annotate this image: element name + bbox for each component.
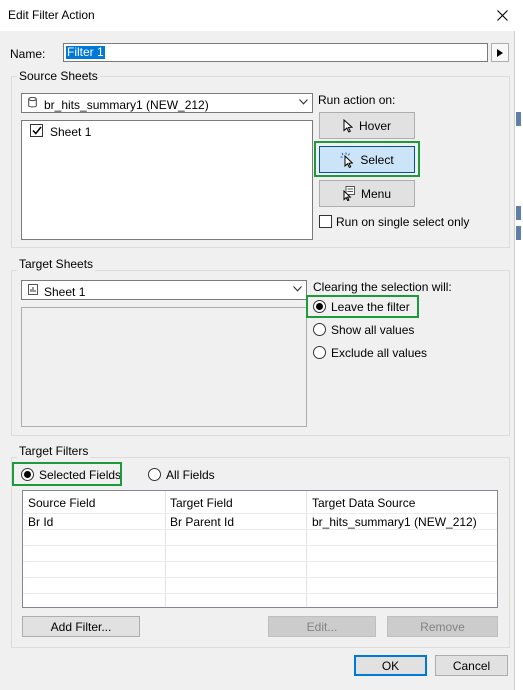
- column-header-source-field[interactable]: Source Field: [28, 496, 95, 510]
- add-filter-label: Add Filter...: [50, 619, 112, 634]
- chevron-down-icon: [299, 99, 308, 105]
- name-menu-button[interactable]: [491, 43, 509, 62]
- column-header-target-data-source[interactable]: Target Data Source: [312, 496, 415, 510]
- database-icon: [28, 97, 37, 108]
- source-sheets-list: Sheet 1: [21, 120, 313, 240]
- cursor-arrow-icon: [343, 118, 353, 133]
- hover-button[interactable]: Hover: [319, 112, 415, 139]
- cancel-label: Cancel: [452, 658, 491, 673]
- background-window-edge: [516, 112, 521, 126]
- source-sheets-title: Source Sheets: [17, 69, 100, 83]
- name-label: Name:: [10, 47, 46, 61]
- ok-label: OK: [381, 658, 400, 673]
- close-icon: [496, 9, 508, 21]
- row-1-target-data-source: br_hits_summary1 (NEW_212): [312, 515, 477, 529]
- dialog-title: Edit Filter Action: [8, 8, 95, 22]
- add-filter-button[interactable]: Add Filter...: [22, 616, 140, 637]
- sheet-1-label: Sheet 1: [50, 125, 92, 139]
- name-value: Filter 1: [66, 45, 105, 59]
- chevron-down-icon: [293, 286, 302, 292]
- edit-filter-action-dialog: Edit Filter Action Name: Filter 1 Source…: [0, 0, 515, 690]
- leave-filter-highlight-box: [306, 295, 419, 318]
- target-sheet-value: Sheet 1: [44, 285, 86, 299]
- ok-button[interactable]: OK: [354, 655, 427, 676]
- close-button[interactable]: [489, 3, 515, 27]
- hover-label: Hover: [358, 118, 391, 133]
- edit-label: Edit...: [306, 619, 338, 634]
- source-data-source-value: br_hits_summary1 (NEW_212): [44, 98, 209, 112]
- cancel-button[interactable]: Cancel: [435, 655, 508, 676]
- remove-button[interactable]: Remove: [387, 616, 498, 637]
- worksheet-icon: [28, 284, 38, 295]
- edit-button[interactable]: Edit...: [268, 616, 376, 637]
- field-mapping-table: Source Field Target Field Target Data So…: [22, 490, 498, 608]
- name-field[interactable]: Filter 1: [63, 43, 488, 62]
- all-fields-radio[interactable]: [148, 468, 161, 481]
- triangle-right-icon: [497, 48, 503, 57]
- column-header-target-field[interactable]: Target Field: [170, 496, 233, 510]
- target-sheets-title: Target Sheets: [17, 257, 96, 271]
- selected-fields-highlight-box: [12, 462, 122, 486]
- menu-label: Menu: [360, 186, 392, 201]
- context-menu-icon: [343, 186, 355, 201]
- show-all-values-radio[interactable]: [313, 323, 326, 336]
- row-1-target-field: Br Parent Id: [170, 515, 235, 529]
- select-highlight-box: [314, 141, 420, 177]
- single-select-checkbox[interactable]: [319, 215, 332, 228]
- run-action-label: Run action on:: [318, 93, 396, 107]
- source-data-source-dropdown[interactable]: br_hits_summary1 (NEW_212): [21, 93, 313, 113]
- background-window-edge: [516, 206, 521, 220]
- checkmark-icon: [31, 126, 42, 135]
- exclude-all-values-label: Exclude all values: [331, 346, 428, 360]
- clearing-selection-label: Clearing the selection will:: [313, 280, 452, 294]
- menu-button[interactable]: Menu: [319, 180, 415, 207]
- background-window-edge: [516, 226, 521, 240]
- sheet-1-checkbox[interactable]: [30, 124, 43, 137]
- all-fields-label: All Fields: [166, 468, 215, 482]
- exclude-all-values-radio[interactable]: [313, 346, 326, 359]
- target-sheet-dropdown[interactable]: Sheet 1: [21, 280, 307, 300]
- target-sheets-list: [21, 307, 307, 427]
- show-all-values-label: Show all values: [331, 323, 415, 337]
- title-bar: Edit Filter Action: [0, 0, 515, 31]
- target-filters-title: Target Filters: [17, 444, 91, 458]
- single-select-label: Run on single select only: [336, 215, 470, 229]
- remove-label: Remove: [420, 619, 465, 634]
- row-1-source-field: Br Id: [28, 515, 54, 529]
